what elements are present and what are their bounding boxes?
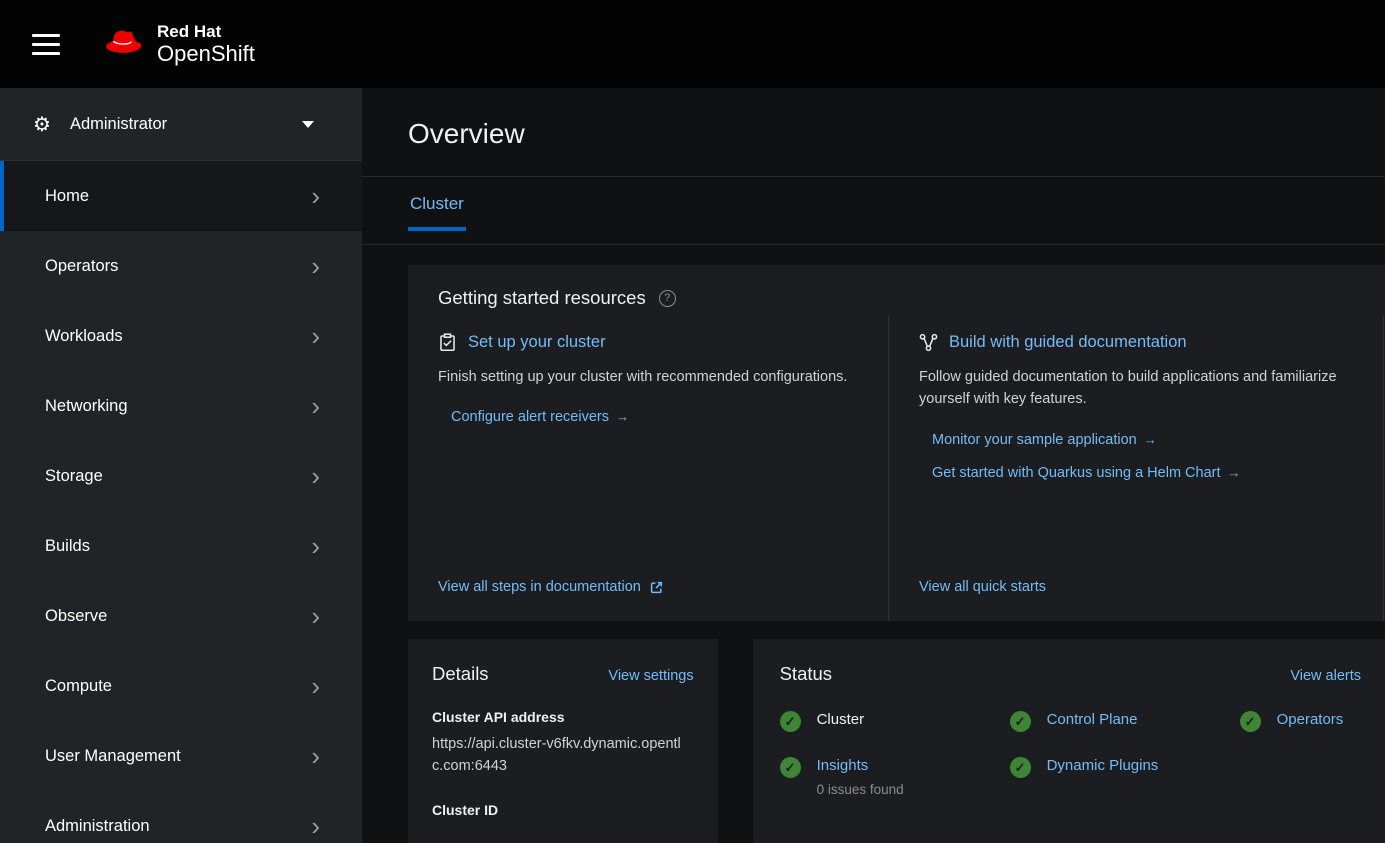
guided-documentation-link[interactable]: Build with guided documentation [949,333,1187,352]
brand-redhat-text: Red Hat [157,22,255,42]
getting-started-card: Getting started resources ? Set up your … [408,265,1385,621]
check-circle-icon: ✓ [1240,711,1261,732]
dynamic-plugins-link[interactable]: Dynamic Plugins [1047,757,1159,774]
sidebar-item-user-management[interactable]: User Management › [0,721,362,791]
chevron-right-icon: › [311,466,320,487]
cluster-api-address-value: https://api.cluster-v6fkv.dynamic.opentl… [432,734,692,778]
masthead: Red Hat OpenShift [0,0,1385,88]
overview-tabs: Cluster [362,177,1385,245]
nav-toggle-button[interactable] [26,28,66,61]
check-circle-icon: ✓ [1010,711,1031,732]
status-item-dynamic-plugins: ✓ Dynamic Plugins [1010,757,1240,797]
sidebar-item-builds[interactable]: Builds › [0,511,362,581]
setup-cluster-section: Set up your cluster Finish setting up yo… [408,315,888,621]
chevron-right-icon: › [311,676,320,697]
checklist-icon [438,333,457,352]
perspective-label: Administrator [70,115,167,134]
chevron-right-icon: › [311,186,320,207]
view-settings-link[interactable]: View settings [608,668,693,684]
status-item-control-plane: ✓ Control Plane [1010,711,1240,732]
hamburger-icon [32,34,60,37]
view-all-quick-starts-link[interactable]: View all quick starts [919,579,1046,595]
chevron-right-icon: › [311,326,320,347]
tab-cluster[interactable]: Cluster [408,194,466,231]
caret-down-icon [302,121,314,128]
chevron-right-icon: › [311,396,320,417]
details-title: Details [432,663,489,685]
cluster-id-label: Cluster ID [432,802,694,818]
status-item-insights: ✓ Insights 0 issues found [780,757,1010,797]
view-all-steps-link[interactable]: View all steps in documentation [438,579,641,595]
chevron-right-icon: › [311,816,320,837]
control-plane-link[interactable]: Control Plane [1047,711,1138,728]
page-title: Overview [408,118,1385,150]
configure-alert-receivers-link[interactable]: Configure alert receivers→ [451,409,629,425]
arrow-right-icon: → [1228,465,1241,480]
arrow-right-icon: → [616,409,629,424]
sidebar-item-networking[interactable]: Networking › [0,371,362,441]
redhat-fedora-icon [102,27,146,61]
status-item-cluster: ✓ Cluster [780,711,1010,732]
guided-route-icon [919,333,938,352]
insights-link[interactable]: Insights [817,757,869,774]
details-card: Details View settings Cluster API addres… [408,639,718,843]
help-icon[interactable]: ? [659,290,676,307]
quarkus-helm-chart-link[interactable]: Get started with Quarkus using a Helm Ch… [932,465,1241,481]
check-circle-icon: ✓ [780,711,801,732]
insights-issues-count: 0 issues found [817,782,904,797]
chevron-right-icon: › [311,256,320,277]
getting-started-title: Getting started resources [438,287,646,309]
cluster-api-address-label: Cluster API address [432,709,694,725]
guided-documentation-section: Build with guided documentation Follow g… [888,315,1383,621]
sidebar-item-operators[interactable]: Operators › [0,231,362,301]
arrow-right-icon: → [1144,432,1157,447]
page-header: Overview [362,88,1385,177]
setup-cluster-link[interactable]: Set up your cluster [468,333,606,352]
setup-cluster-description: Finish setting up your cluster with reco… [438,366,858,388]
check-circle-icon: ✓ [780,757,801,778]
sidebar-item-storage[interactable]: Storage › [0,441,362,511]
main-content: Overview Cluster Getting started resourc… [362,88,1385,843]
guided-documentation-description: Follow guided documentation to build app… [919,366,1353,411]
chevron-right-icon: › [311,746,320,767]
perspective-switcher[interactable]: ⚙ Administrator [0,88,362,160]
redhat-openshift-logo: Red Hat OpenShift [102,22,255,67]
sidebar-item-administration[interactable]: Administration › [0,791,362,843]
monitor-sample-app-link[interactable]: Monitor your sample application→ [932,432,1157,448]
sidebar-item-workloads[interactable]: Workloads › [0,301,362,371]
status-item-operators: ✓ Operators [1240,711,1361,732]
sidebar-item-home[interactable]: Home › [0,161,362,231]
sidebar: ⚙ Administrator Home › Operators › Workl… [0,88,362,843]
sidebar-item-compute[interactable]: Compute › [0,651,362,721]
brand-openshift-text: OpenShift [157,41,255,66]
chevron-right-icon: › [311,536,320,557]
sidebar-item-observe[interactable]: Observe › [0,581,362,651]
check-circle-icon: ✓ [1010,757,1031,778]
operators-link[interactable]: Operators [1277,711,1344,728]
gear-icon: ⚙ [33,112,51,137]
chevron-right-icon: › [311,606,320,627]
status-title: Status [780,663,832,685]
external-link-icon [650,581,663,594]
status-card: Status View alerts ✓ Cluster ✓ Control P… [753,639,1385,843]
view-alerts-link[interactable]: View alerts [1290,668,1361,684]
